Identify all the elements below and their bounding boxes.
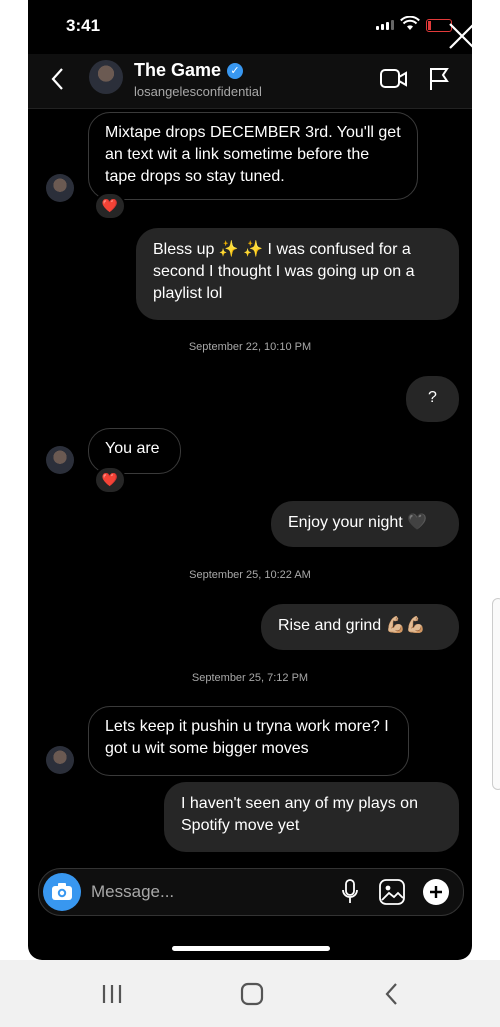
message-outgoing[interactable]: I haven't seen any of my plays on Spotif… <box>164 782 459 852</box>
reaction-heart[interactable]: ❤️ <box>94 192 126 220</box>
message-outgoing[interactable]: Bless up ✨ ✨ I was confused for a second… <box>136 228 459 320</box>
home-indicator[interactable] <box>172 946 330 951</box>
chat-header: The Game ✓ losangelesconfidential <box>28 54 472 109</box>
message-incoming[interactable]: Mixtape drops DECEMBER 3rd. You'll get a… <box>88 112 418 200</box>
edge-panel-handle[interactable] <box>492 598 500 790</box>
status-time: 3:41 <box>66 16 101 35</box>
timestamp: September 25, 7:12 PM <box>191 672 309 684</box>
chevron-left-icon[interactable] <box>48 66 68 92</box>
wifi-icon <box>400 16 420 30</box>
profile-name[interactable]: The Game ✓ <box>134 60 244 81</box>
back-icon[interactable] <box>380 982 404 1006</box>
verified-badge-icon: ✓ <box>227 62 244 79</box>
android-nav-bar <box>0 960 500 1027</box>
microphone-icon[interactable] <box>341 879 359 905</box>
message-outgoing[interactable]: Enjoy your night 🖤 <box>271 501 459 547</box>
avatar[interactable] <box>46 174 74 202</box>
video-call-icon[interactable] <box>380 68 408 90</box>
message-outgoing[interactable]: Rise and grind 💪🏼💪🏼 <box>261 604 459 650</box>
profile-handle: losangelesconfidential <box>134 84 262 99</box>
home-icon[interactable] <box>240 982 264 1006</box>
reaction-heart[interactable]: ❤️ <box>94 466 126 494</box>
message-incoming[interactable]: Lets keep it pushin u tryna work more? I… <box>88 706 409 776</box>
timestamp: September 22, 10:10 PM <box>188 341 312 353</box>
status-bar: 3:41 <box>28 0 472 54</box>
timestamp: September 25, 10:22 AM <box>189 569 311 581</box>
message-composer[interactable]: Message... <box>38 868 464 916</box>
plus-icon[interactable] <box>423 879 449 905</box>
gallery-icon[interactable] <box>379 879 405 905</box>
avatar[interactable] <box>46 746 74 774</box>
avatar[interactable] <box>89 60 123 94</box>
message-outgoing[interactable]: ? <box>406 376 459 422</box>
message-thread: Mixtape drops DECEMBER 3rd. You'll get a… <box>28 108 472 858</box>
message-input[interactable]: Message... <box>91 882 174 902</box>
report-flag-icon[interactable] <box>428 66 450 92</box>
avatar[interactable] <box>46 446 74 474</box>
camera-icon[interactable] <box>43 873 81 911</box>
recent-apps-icon[interactable] <box>100 982 124 1006</box>
profile-name-text: The Game <box>134 60 222 80</box>
phone-screen: 3:41 The Game ✓ losangelesconfidential M… <box>28 0 472 960</box>
signal-icon <box>376 20 394 30</box>
close-x-icon[interactable] <box>448 22 472 50</box>
